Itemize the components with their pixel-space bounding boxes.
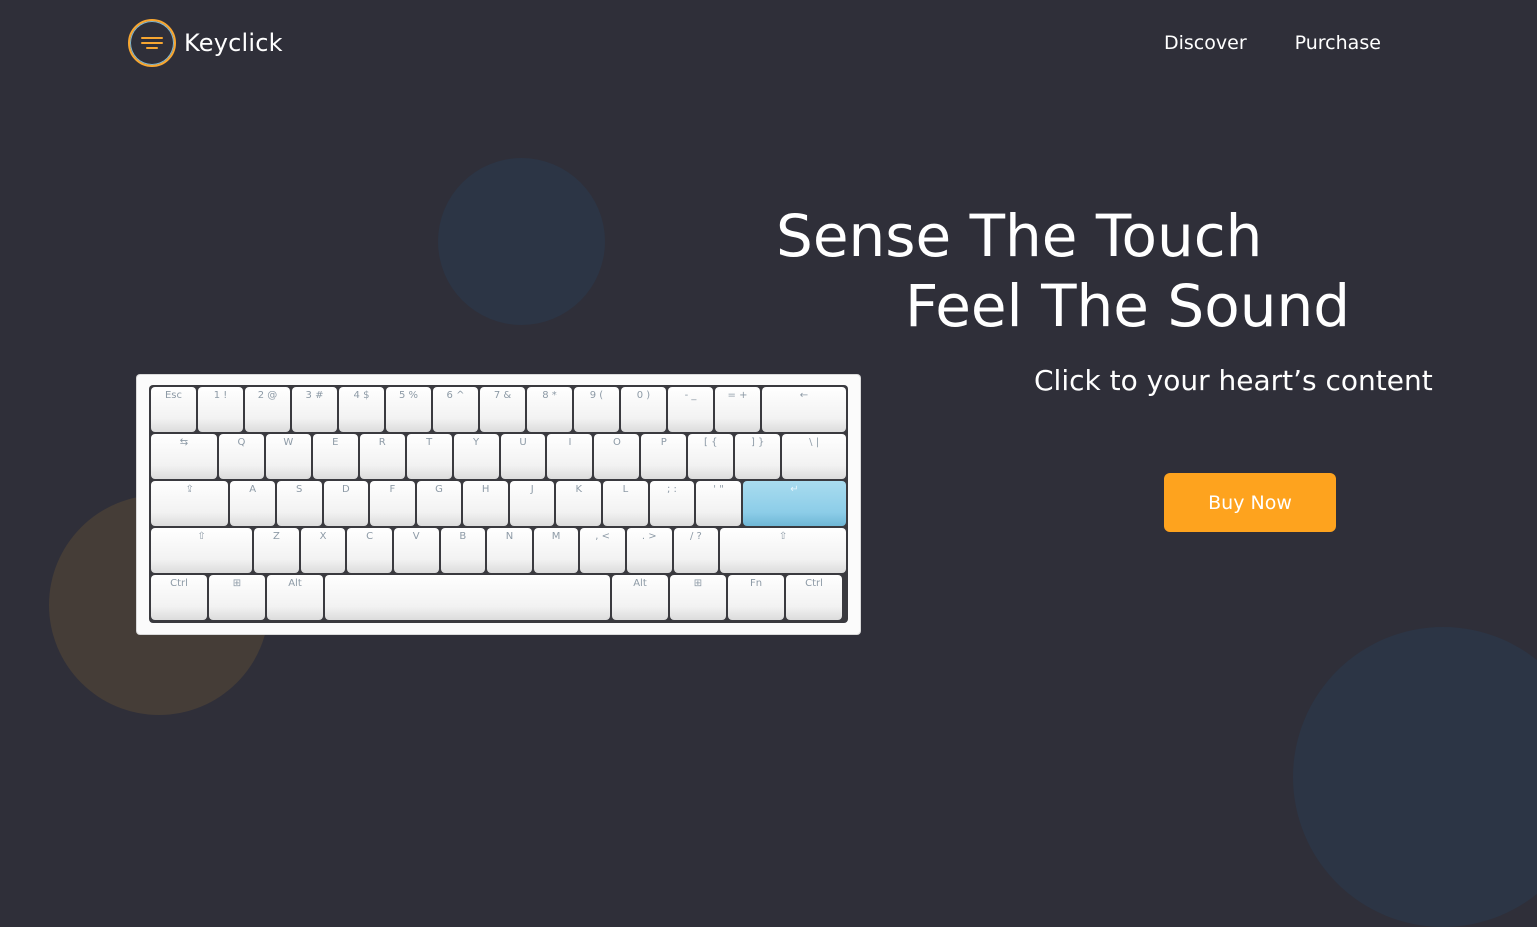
decor-circle-blue-bottom — [1293, 627, 1537, 927]
hero-headline-line2: Feel The Sound — [905, 272, 1351, 340]
keycap: T — [406, 434, 452, 479]
hero-tagline: Click to your heart’s content — [1034, 364, 1433, 397]
keycap: M — [533, 528, 579, 573]
brand-name: Keyclick — [184, 29, 283, 57]
keycap: S — [276, 481, 322, 526]
keycap: Z — [254, 528, 299, 573]
decor-circle-blue-top — [438, 158, 605, 325]
keycap: . > — [626, 528, 672, 573]
keyboard-row: Esc 1 ! 2 @3 #4 $5 % 6 ^ 7 & 8 * 9 (0 ) - _ = + ← — [151, 387, 846, 432]
keycap: I — [547, 434, 593, 479]
nav-purchase[interactable]: Purchase — [1295, 32, 1381, 54]
keycap: Alt — [267, 575, 323, 620]
nav-discover[interactable]: Discover — [1164, 32, 1247, 54]
keycap: E — [312, 434, 358, 479]
keycap: 0 ) — [621, 387, 666, 432]
keyboard-image: Esc 1 ! 2 @3 #4 $5 % 6 ^ 7 & 8 * 9 (0 ) - _ = + ←… — [137, 375, 860, 634]
keycap: - _ — [668, 387, 713, 432]
keycap: [ { — [688, 434, 734, 479]
keycap: ⇧ — [151, 528, 253, 573]
keycap: ⇧ — [720, 528, 847, 573]
keycap: K — [556, 481, 602, 526]
keycap: D — [323, 481, 369, 526]
keycap: X — [300, 528, 346, 573]
keycap: A — [230, 481, 275, 526]
keycap: Ctrl — [151, 575, 207, 620]
keycap: 7 & — [480, 387, 525, 432]
keyboard-row: ⇧ Z X C V B N M, <. > / ? ⇧ — [151, 528, 847, 573]
keycap: / ? — [673, 528, 719, 573]
keycap: V — [393, 528, 439, 573]
keycap: F — [370, 481, 415, 526]
keycap: ' " — [696, 481, 741, 526]
keycap: C — [347, 528, 392, 573]
keycap: J — [509, 481, 555, 526]
keycap: P — [641, 434, 687, 479]
keycap: 9 ( — [574, 387, 619, 432]
keycap: Alt — [612, 575, 668, 620]
buy-now-button[interactable]: Buy Now — [1164, 473, 1336, 532]
keycap: Q — [218, 434, 264, 479]
keycap: \ | — [782, 434, 847, 479]
keycap: ↵ — [742, 481, 846, 526]
keycap: ] } — [735, 434, 781, 479]
keycap: L — [603, 481, 648, 526]
keycap: , < — [580, 528, 625, 573]
keycap: Ctrl — [786, 575, 842, 620]
keycap: N — [487, 528, 532, 573]
keycap: G — [416, 481, 462, 526]
keycap: 4 $ — [339, 387, 384, 432]
keycap: 1 ! — [198, 387, 243, 432]
keycap: ⇆ — [151, 434, 217, 479]
keycap-space — [325, 575, 610, 620]
keycap: R — [359, 434, 405, 479]
keycap: 6 ^ — [433, 387, 478, 432]
keyboard-row: Ctrl ⊞ Alt Alt ⊞ Fn Ctrl — [151, 575, 846, 620]
hero-headline-line1: Sense The Touch — [776, 202, 1263, 270]
keycap: Esc — [151, 387, 196, 432]
keycap: 3 # — [292, 387, 337, 432]
keycap: 2 @ — [245, 387, 290, 432]
keycap: W — [265, 434, 311, 479]
keycap-lines-icon — [128, 19, 176, 67]
keycap: ⊞ — [209, 575, 265, 620]
keyboard-row: ⇪ A S D F G H J K L; : ' " ↵ — [151, 481, 846, 526]
keycap: ⇪ — [151, 481, 229, 526]
brand-logo[interactable]: Keyclick — [128, 19, 283, 67]
keycap: H — [463, 481, 508, 526]
keycap: 8 * — [527, 387, 572, 432]
keycap: ← — [762, 387, 846, 432]
keycap: O — [594, 434, 640, 479]
keyboard-row: ⇆ Q W E R T Y U I O P[ {] } \ | — [151, 434, 847, 479]
keycap: Y — [453, 434, 499, 479]
keyboard: Esc 1 ! 2 @3 #4 $5 % 6 ^ 7 & 8 * 9 (0 ) - _ = + ←… — [149, 385, 848, 623]
keycap: U — [500, 434, 546, 479]
keycap: ⊞ — [670, 575, 726, 620]
keycap: Fn — [728, 575, 784, 620]
keycap: B — [440, 528, 486, 573]
keycap: 5 % — [386, 387, 431, 432]
top-nav: Discover Purchase — [1164, 32, 1381, 54]
keycap: ; : — [649, 481, 695, 526]
keycap: = + — [715, 387, 760, 432]
